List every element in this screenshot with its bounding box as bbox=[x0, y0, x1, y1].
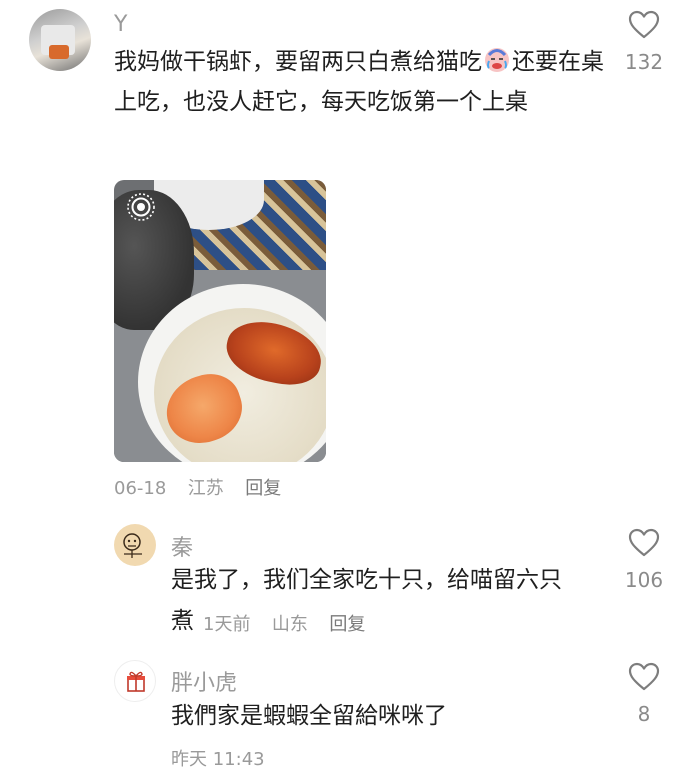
heart-outline-icon bbox=[628, 662, 660, 691]
like-button[interactable]: 106 bbox=[614, 528, 674, 592]
like-count: 106 bbox=[624, 568, 664, 592]
avatar[interactable] bbox=[29, 9, 91, 71]
comment-username[interactable]: 秦 bbox=[171, 530, 193, 562]
heart-outline-icon bbox=[628, 10, 660, 39]
comment-meta: 1天前 山东 回复 bbox=[203, 610, 365, 636]
heart-outline-icon bbox=[628, 528, 660, 557]
comment-username[interactable]: 胖小虎 bbox=[171, 665, 237, 697]
like-button[interactable]: 8 bbox=[614, 662, 674, 726]
avatar[interactable] bbox=[114, 660, 156, 702]
gift-icon bbox=[127, 671, 145, 692]
like-button[interactable]: 132 bbox=[614, 10, 674, 74]
reply-button[interactable]: 回复 bbox=[245, 478, 281, 499]
doodle-avatar-icon bbox=[123, 533, 142, 558]
comment-image[interactable] bbox=[114, 180, 326, 462]
comment-location: 山东 bbox=[271, 614, 308, 635]
comment-time: 1天前 bbox=[203, 614, 251, 635]
live-photo-icon bbox=[127, 193, 155, 221]
comment-text-part: 我妈做干锅虾，要留两只白煮给猫吃 bbox=[114, 49, 482, 75]
comment-meta: 昨天 11:43 bbox=[171, 745, 265, 771]
avatar[interactable] bbox=[114, 524, 156, 566]
comment-text: 我妈做干锅虾，要留两只白煮给猫吃 还要在桌上吃，也没人赶它，每天吃饭第一个上桌 bbox=[114, 42, 604, 122]
comment-date: 06-18 bbox=[114, 478, 167, 499]
comment-text: 是我了，我们全家吃十只，给喵留六只 bbox=[171, 567, 562, 593]
like-count: 8 bbox=[637, 702, 651, 726]
like-count: 132 bbox=[624, 50, 664, 74]
comment-meta: 06-18 江苏 回复 bbox=[114, 474, 281, 500]
comment-time: 昨天 11:43 bbox=[171, 749, 265, 770]
reply-button[interactable]: 回复 bbox=[329, 614, 365, 635]
comment-text-tail: 煮 bbox=[171, 608, 194, 634]
crying-face-emoji-icon bbox=[485, 48, 509, 72]
comment-username[interactable]: Y bbox=[114, 12, 127, 37]
comment-text: 我們家是蝦蝦全留給咪咪了 bbox=[171, 703, 447, 729]
comment-location: 江苏 bbox=[187, 478, 224, 499]
